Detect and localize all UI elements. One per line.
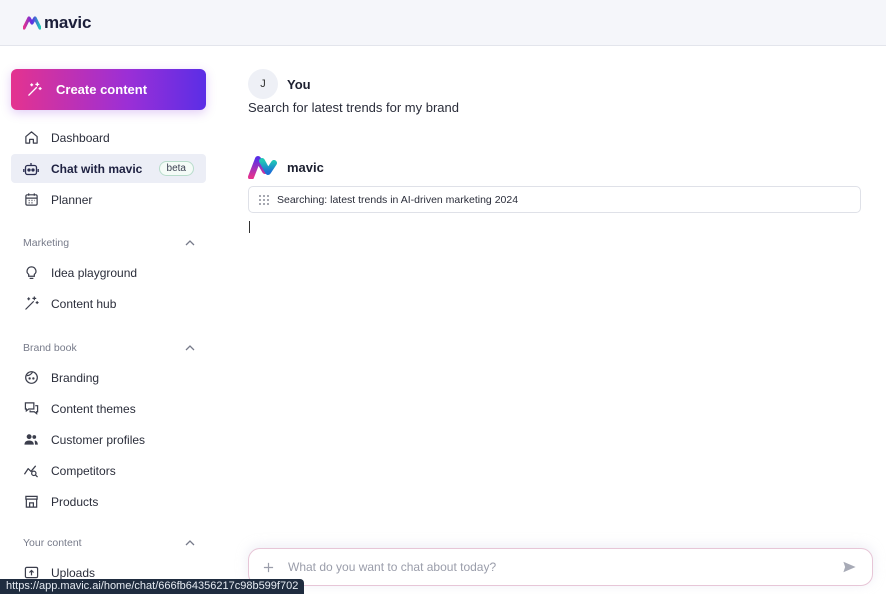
app-logo[interactable]: mavic [23, 13, 91, 33]
sidebar-item-label: Content hub [51, 296, 117, 311]
app-logo-text: mavic [44, 12, 92, 32]
sidebar-item-label: Customer profiles [51, 432, 146, 447]
section-title: Marketing [23, 237, 70, 249]
store-icon [23, 494, 39, 510]
mavic-logo-icon [23, 15, 41, 30]
section-title: Brand book [23, 342, 77, 354]
sidebar-item-label: Idea playground [51, 265, 138, 280]
sidebar-item-content-hub[interactable]: Content hub [11, 289, 206, 318]
sidebar-item-label: Branding [51, 370, 100, 385]
sidebar-item-dashboard[interactable]: Dashboard [11, 123, 206, 152]
top-bar: mavic [0, 0, 886, 46]
create-content-label: Create content [56, 82, 148, 97]
chevron-up-icon[interactable] [185, 345, 195, 351]
sidebar-item-label: Uploads [51, 565, 96, 580]
sidebar-item-customer-profiles[interactable]: Customer profiles [11, 425, 206, 454]
chevron-up-icon[interactable] [185, 540, 195, 546]
sidebar-item-chat-with-mavic[interactable]: Chat with mavic beta [11, 154, 206, 183]
sidebar-item-idea-playground[interactable]: Idea playground [11, 258, 206, 287]
lightbulb-icon [23, 265, 39, 281]
user-name: You [287, 76, 311, 92]
chat-input[interactable] [288, 560, 828, 574]
users-icon [23, 432, 39, 448]
chevron-up-icon[interactable] [185, 240, 195, 246]
sidebar-item-label: Chat with mavic [51, 161, 143, 176]
send-button[interactable] [842, 559, 858, 575]
magic-wand-icon [28, 82, 42, 96]
home-icon [23, 130, 39, 146]
plus-icon[interactable] [263, 562, 274, 573]
section-title: Your content [23, 537, 82, 549]
sidebar-item-competitors[interactable]: Competitors [11, 456, 206, 485]
face-icon [23, 370, 39, 386]
sidebar-item-label: Dashboard [51, 130, 110, 145]
robot-icon [23, 161, 39, 177]
sidebar-item-label: Products [51, 494, 99, 509]
loading-dots-icon [259, 194, 269, 205]
user-avatar: J [248, 69, 278, 99]
trend-chart-icon [23, 463, 39, 479]
sidebar-item-products[interactable]: Products [11, 487, 206, 516]
sidebar-item-label: Content themes [51, 401, 136, 416]
link-preview-url: https://app.mavic.ai/home/chat/666fb6435… [0, 579, 305, 594]
chat-panel: J You Search for latest trends for my br… [218, 47, 886, 594]
search-status: Searching: latest trends in AI-driven ma… [248, 186, 861, 213]
section-header-brand-book[interactable]: Brand book [23, 342, 195, 354]
sidebar-item-planner[interactable]: Planner [11, 185, 206, 214]
user-message-header: J You [248, 69, 311, 99]
sidebar-item-label: Planner [51, 192, 93, 207]
chat-bubbles-icon [23, 401, 39, 417]
search-status-text: Searching: latest trends in AI-driven ma… [277, 193, 519, 206]
section-header-marketing[interactable]: Marketing [23, 237, 195, 249]
sidebar: Create content Dashboard Chat with mavic… [0, 47, 218, 594]
text-cursor [249, 221, 250, 233]
calendar-icon [23, 192, 39, 208]
mavic-logo-icon [248, 156, 277, 179]
bot-name: mavic [287, 159, 324, 175]
section-header-your-content[interactable]: Your content [23, 537, 195, 549]
sidebar-item-branding[interactable]: Branding [11, 363, 206, 392]
magic-wand-icon [23, 296, 39, 312]
sidebar-item-content-themes[interactable]: Content themes [11, 394, 206, 423]
chat-input-bar [248, 548, 873, 586]
bot-message-header: mavic [248, 155, 324, 179]
beta-badge: beta [158, 161, 194, 176]
sidebar-item-label: Competitors [51, 463, 116, 478]
send-icon [843, 561, 856, 573]
create-content-button[interactable]: Create content [11, 69, 206, 110]
user-message-text: Search for latest trends for my brand [248, 100, 459, 115]
